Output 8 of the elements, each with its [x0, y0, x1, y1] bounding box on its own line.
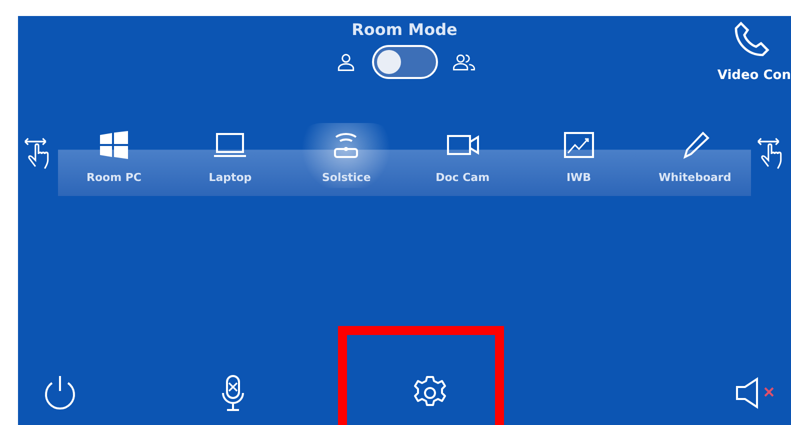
source-tab[interactable]: Room PC: [58, 122, 170, 188]
source-tab[interactable]: Doc Cam: [406, 122, 519, 188]
source-tab[interactable]: Laptop: [174, 122, 286, 188]
source-tab[interactable]: IWB: [522, 122, 635, 188]
video-conference-button[interactable]: Video Con: [717, 16, 791, 108]
room-mode-title: Room Mode: [352, 20, 458, 39]
room-mode-toggle[interactable]: [372, 45, 438, 79]
source-tab[interactable]: Whiteboard: [638, 122, 751, 188]
